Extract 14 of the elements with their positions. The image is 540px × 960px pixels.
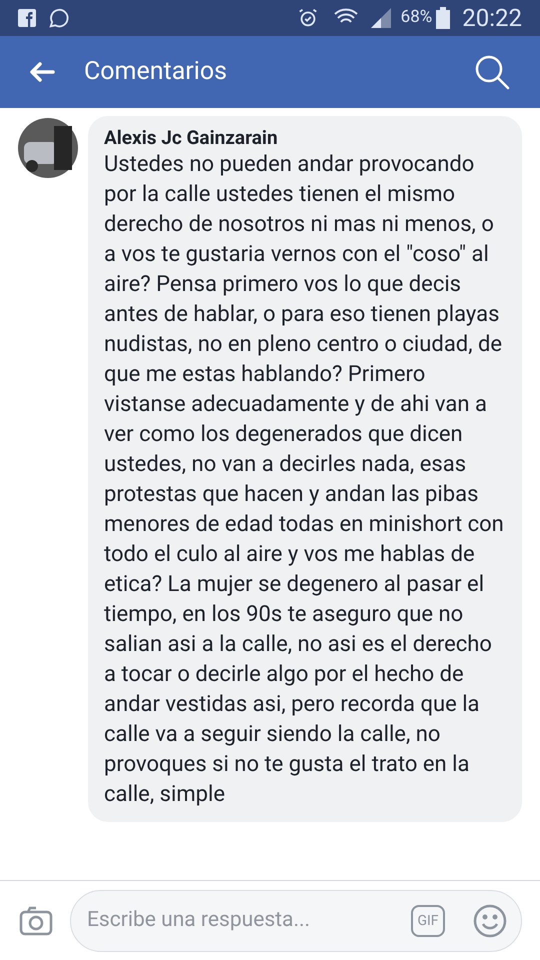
header-title: Comentarios — [84, 56, 228, 88]
battery-icon — [436, 7, 450, 29]
facebook-icon — [18, 9, 36, 27]
avatar — [18, 118, 78, 178]
alarm-icon — [296, 7, 319, 29]
clock-time: 20:22 — [462, 3, 522, 34]
signal-icon — [368, 6, 393, 30]
gif-button[interactable]: GIF — [411, 904, 445, 936]
chat-bubble-icon — [48, 7, 70, 29]
comment-author[interactable]: Alexis Jc Gainzarain — [104, 126, 506, 150]
comment-text: Ustedes no pueden andar provocando por la calle ustedes tienen el mismo derecho de nosotros ni mas ni menos, o a vos te gustaria vernos con el "coso" al aire? Pensa primero vos lo que decis antes de hablar, o para eso tienen playas nudistas, no en pleno centro o ciudad, de que me estas hablando? Primero vistanse adecuadamente y de ahi van a ver como los degenerados que dicen ustedes, no van a decirles nada, esas protestas que hacen y andan las pibas menores de edad todas en minishort con todo el culo al aire y vos me hablas de etica? La mujer se degenero al pasar el tiempo, en los 90s te aseguro que no salian asi a la calle, no asi es el derecho a tocar o decirle algo por el hecho de andar vestidas asi, pero recorda que la calle va a seguir siendo la calle, no provoques si no te gusta el trato en la calle, simple — [104, 151, 505, 809]
battery-percentage: 68% — [400, 6, 432, 30]
reply-field[interactable]: Escribe una respuesta... GIF — [70, 890, 522, 952]
emoji-button[interactable] — [473, 904, 507, 938]
